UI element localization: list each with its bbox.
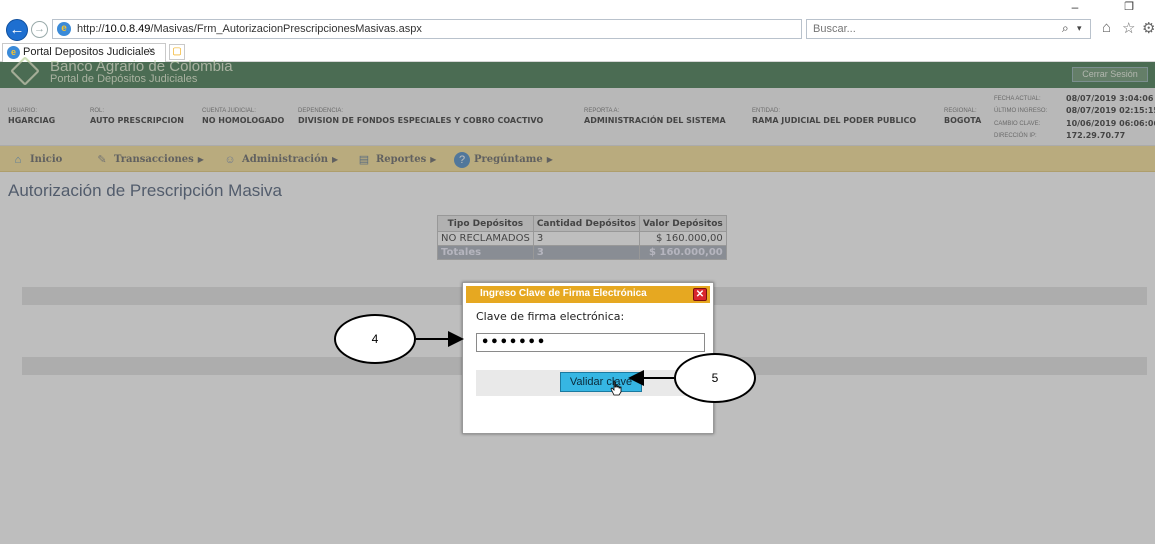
home-icon[interactable]: ⌂ [1102, 19, 1111, 36]
ie-icon: e [57, 22, 71, 36]
url-host: 10.0.8.49 [104, 23, 151, 35]
search-input[interactable] [813, 22, 1043, 36]
back-button[interactable]: ← [6, 19, 28, 41]
signature-dialog: Ingreso Clave de Firma Electrónica ✕ Cla… [462, 282, 714, 434]
screenshot-root: – ❐ ← → e http://10.0.8.49/Masivas/Frm_A… [0, 0, 1155, 544]
validate-key-button[interactable]: Validar clave [560, 372, 642, 392]
minimize-icon[interactable]: – [1068, 0, 1082, 14]
callout-step-5: 5 [674, 353, 756, 403]
forward-button[interactable]: → [31, 21, 48, 38]
search-icon[interactable]: ⌕ [1062, 21, 1069, 36]
address-row: ← → e http://10.0.8.49/Masivas/Frm_Autor… [0, 16, 1155, 42]
close-icon[interactable]: × [148, 45, 154, 57]
callout-step-4: 4 [334, 314, 416, 364]
chevron-down-icon[interactable]: ▾ [1077, 23, 1082, 34]
signature-password-field[interactable] [476, 333, 705, 352]
gear-icon[interactable]: ⚙ [1142, 19, 1155, 37]
star-icon[interactable]: ☆ [1122, 19, 1135, 37]
url-prefix: http:// [77, 23, 105, 35]
restore-icon[interactable]: ❐ [1122, 0, 1136, 14]
ie-icon: e [7, 46, 20, 59]
dialog-title: Ingreso Clave de Firma Electrónica [480, 288, 647, 299]
window-titlebar: – ❐ [0, 0, 1155, 16]
dialog-header: Ingreso Clave de Firma Electrónica ✕ [466, 286, 710, 303]
password-label: Clave de firma electrónica: [476, 310, 625, 323]
close-icon[interactable]: ✕ [693, 288, 707, 301]
tab-label: Portal Depositos Judiciales [23, 46, 156, 58]
url-path: /Masivas/Frm_AutorizacionPrescripcionesM… [150, 23, 422, 35]
search-box[interactable]: ⌕ ▾ [806, 19, 1091, 39]
address-bar[interactable]: e http://10.0.8.49/Masivas/Frm_Autorizac… [52, 19, 851, 39]
url-text[interactable]: http://10.0.8.49/Masivas/Frm_Autorizacio… [77, 23, 422, 35]
hand-cursor-icon [610, 380, 622, 396]
